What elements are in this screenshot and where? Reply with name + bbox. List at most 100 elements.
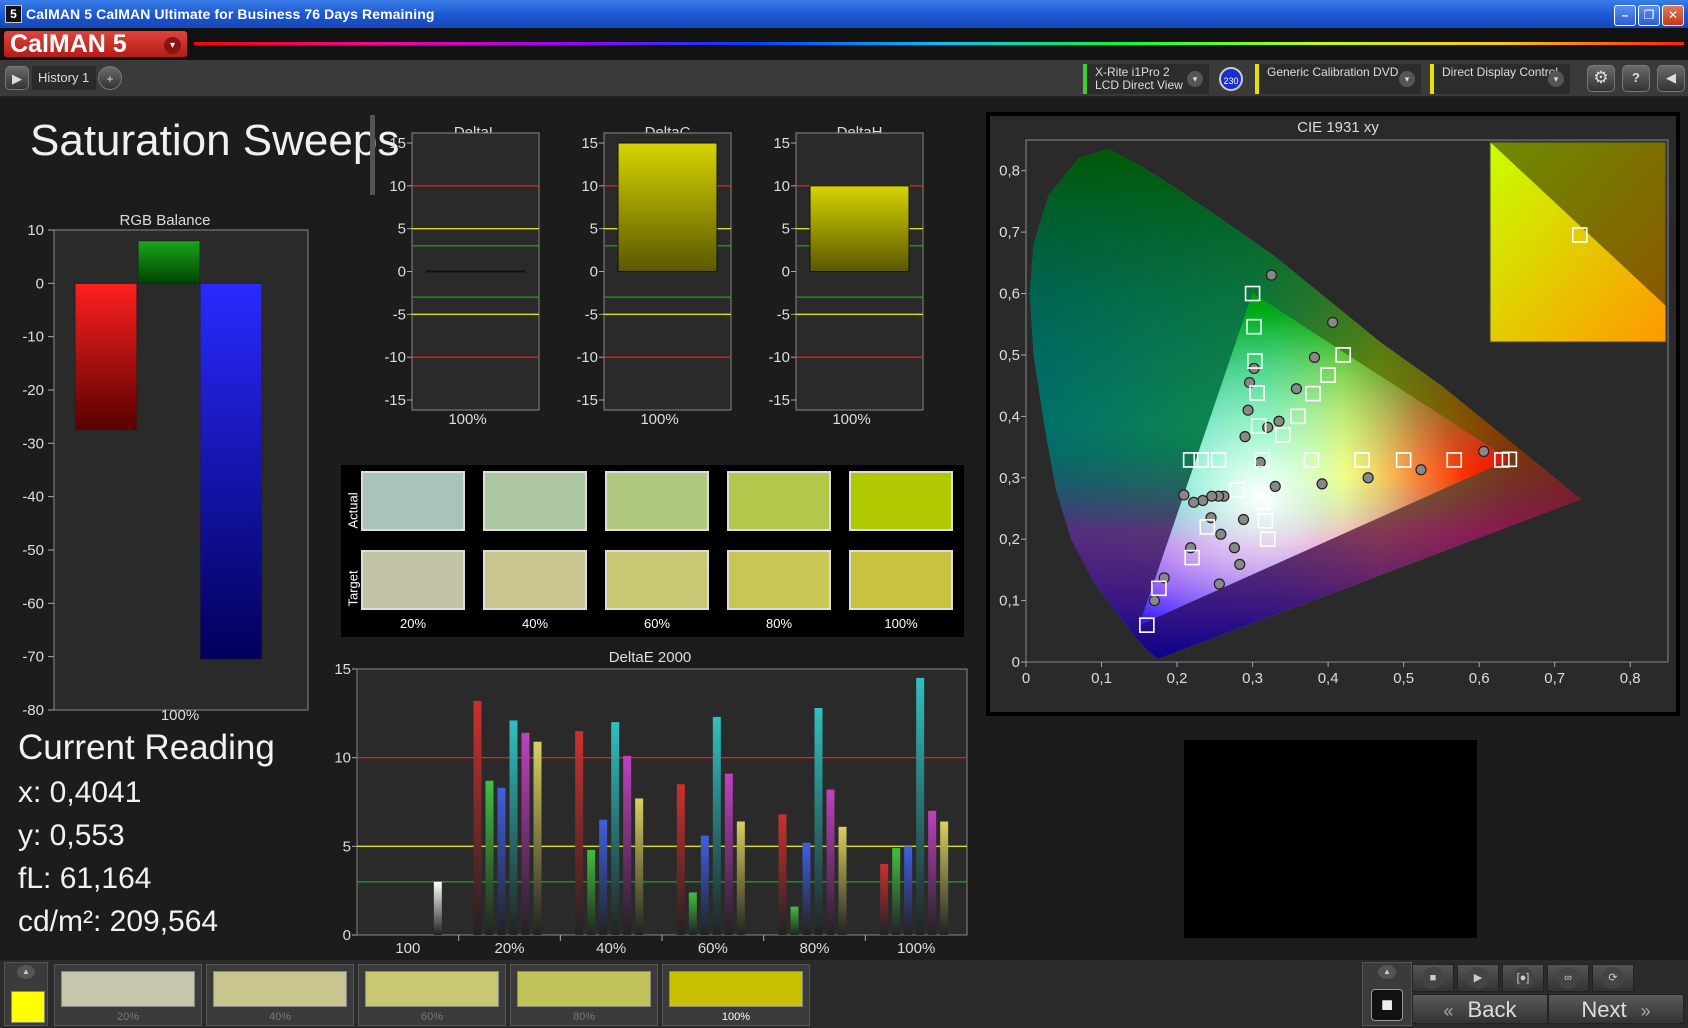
collapse-panel-icon[interactable]: ◀ (1657, 65, 1685, 92)
deltae-tick-label: 15 (334, 661, 351, 678)
pattern-thumbnail-label: 40% (268, 1011, 292, 1023)
tab-bar: ▶ History 1 + X-Rite i1Pro 2 LCD Direct … (0, 60, 1688, 97)
deltae-bar (880, 864, 889, 935)
target-row-label: Target (345, 570, 361, 607)
target-swatch (727, 550, 831, 610)
actual-swatch (605, 471, 709, 531)
pattern-thumbnail[interactable]: 60% (358, 964, 506, 1026)
rgb-bar-red (74, 282, 138, 431)
rgb-balance-chart: RGB Balance 100-10-20-30-40-50-60-70-80 … (22, 212, 309, 724)
bottom-toolbar: ▲ 20% 40% 60% 80% 100% ▲ ■ ■ ▶ [●] ∞ ⟳ « Back Nex… (0, 960, 1688, 1028)
pattern-thumbnail-label: 100% (721, 1011, 751, 1023)
cie-measured-point (1197, 494, 1209, 507)
rgb-tick-label: -40 (22, 489, 44, 506)
refresh-icon: ⟳ (1602, 967, 1624, 989)
next-button[interactable]: Next » (1548, 994, 1684, 1024)
deltae-tick-label: 5 (343, 838, 351, 855)
play-icon-button[interactable]: ▶ (1457, 964, 1499, 992)
help-icon[interactable]: ? (1622, 65, 1650, 92)
deltae-bar (778, 814, 787, 935)
cie-measured-point (1148, 594, 1160, 607)
cie-measured-point (1242, 404, 1254, 416)
play-icon[interactable]: ▶ (5, 66, 29, 90)
refresh-icon-button[interactable]: ⟳ (1592, 964, 1634, 992)
pattern-thumbnail[interactable]: 80% (510, 964, 658, 1026)
cie-x-tick-label: 0,7 (1544, 670, 1565, 687)
app-header: CalMAN 5 ▾ (0, 28, 1688, 60)
cie-measured-point (1290, 383, 1302, 395)
deltae-bar (802, 842, 811, 935)
deltae-bar (433, 881, 442, 935)
deltae-bar (904, 846, 913, 935)
deltae-bar (736, 821, 745, 935)
delta-tick-label: -15 (384, 392, 406, 409)
cie-y-tick-label: 0,2 (999, 531, 1020, 548)
chevron-down-icon: ▾ (164, 37, 181, 54)
pattern-thumbnail-label: 80% (572, 1011, 596, 1023)
deltae-bar (838, 826, 847, 935)
target-swatch (483, 550, 587, 610)
maximize-button[interactable]: ❐ (1638, 5, 1660, 26)
deltae-bar (521, 732, 530, 935)
pattern-thumbnail[interactable]: 40% (206, 964, 354, 1026)
actual-swatch (483, 471, 587, 531)
cie-measured-point (1362, 472, 1374, 484)
cie-measured-point (1237, 513, 1250, 526)
window-title: CalMAN 5 CalMAN Ultimate for Business 76… (26, 6, 435, 22)
pattern-thumbnail[interactable]: 20% (54, 964, 202, 1026)
deltae-bar (916, 677, 925, 935)
source-selector[interactable]: Generic Calibration DVD ▾ (1255, 64, 1421, 94)
play-icon: ▶ (1467, 967, 1489, 989)
logo-text: CalMAN 5 (10, 30, 127, 58)
actual-swatch (849, 471, 953, 531)
cie-x-tick-label: 0,1 (1091, 670, 1112, 687)
deltae-category-label: 60% (698, 940, 728, 957)
back-button[interactable]: « Back (1412, 994, 1548, 1024)
display-selector[interactable]: Direct Display Control ▾ (1430, 64, 1570, 94)
cie-y-tick-label: 0,8 (999, 163, 1020, 180)
up-arrow-icon[interactable]: ▲ (17, 965, 35, 979)
actual-swatch (361, 471, 465, 531)
delta-category-label: 100% (832, 411, 870, 428)
delta-tick-label: -5 (777, 306, 790, 323)
up-arrow-icon[interactable]: ▲ (1378, 965, 1396, 979)
delta-tick-label: -10 (768, 349, 790, 366)
tab-history-1[interactable]: History 1 (32, 66, 96, 90)
chevron-down-icon: ▾ (1399, 71, 1415, 87)
window-titlebar[interactable]: 5 CalMAN 5 CalMAN Ultimate for Business … (0, 0, 1688, 28)
deltae-category-label: 100% (897, 940, 935, 957)
stop-icon-button[interactable]: ■ (1412, 964, 1454, 992)
stop-icon[interactable]: ■ (1371, 989, 1403, 1021)
rgb-tick-label: -10 (22, 329, 44, 346)
swatch-label: 20% (399, 616, 427, 631)
calman-logo-menu[interactable]: CalMAN 5 ▾ (4, 31, 187, 57)
add-tab-button[interactable]: + (98, 66, 122, 90)
loop-icon-button[interactable]: ∞ (1547, 964, 1589, 992)
minimize-button[interactable]: – (1614, 5, 1636, 26)
chevron-down-icon: ▾ (1548, 71, 1564, 87)
cie-measured-point (1269, 480, 1281, 492)
deltae-tick-label: 0 (343, 927, 351, 944)
rgb-bar-green (137, 240, 201, 284)
reading-y: y: 0,553 (18, 819, 125, 852)
target-swatch (605, 550, 709, 610)
close-button[interactable]: ✕ (1662, 5, 1684, 26)
record-icon-button[interactable]: [●] (1502, 964, 1544, 992)
meter-selector[interactable]: X-Rite i1Pro 2 LCD Direct View ▾ (1083, 64, 1209, 94)
cie-x-tick-label: 0 (1022, 670, 1030, 687)
scroll-handle[interactable] (370, 115, 375, 195)
source-name: Generic Calibration DVD (1267, 65, 1399, 79)
current-reading: Current Reading x: 0,4041 y: 0,553 fL: 6… (18, 728, 338, 948)
video-preview (1184, 740, 1477, 938)
delta-tick-label: 5 (590, 221, 598, 238)
pattern-thumbnail[interactable]: 100% (662, 964, 810, 1026)
cie-chart: CIE 1931 xy 0 0,1 0,2 0,3 0,4 0,5 0,6 0,7 0,8 0 0,… (990, 116, 1676, 712)
stop-icon: ■ (1422, 967, 1444, 989)
cie-measured-point (1254, 456, 1266, 469)
deltae-bar (688, 892, 697, 935)
back-label: Back (1467, 997, 1517, 1022)
deltae-category-label: 100 (395, 940, 420, 957)
rgb-tick-label: -80 (22, 702, 44, 719)
settings-gear-icon[interactable]: ⚙ (1587, 65, 1615, 92)
delta-tick-label: 15 (389, 135, 406, 152)
